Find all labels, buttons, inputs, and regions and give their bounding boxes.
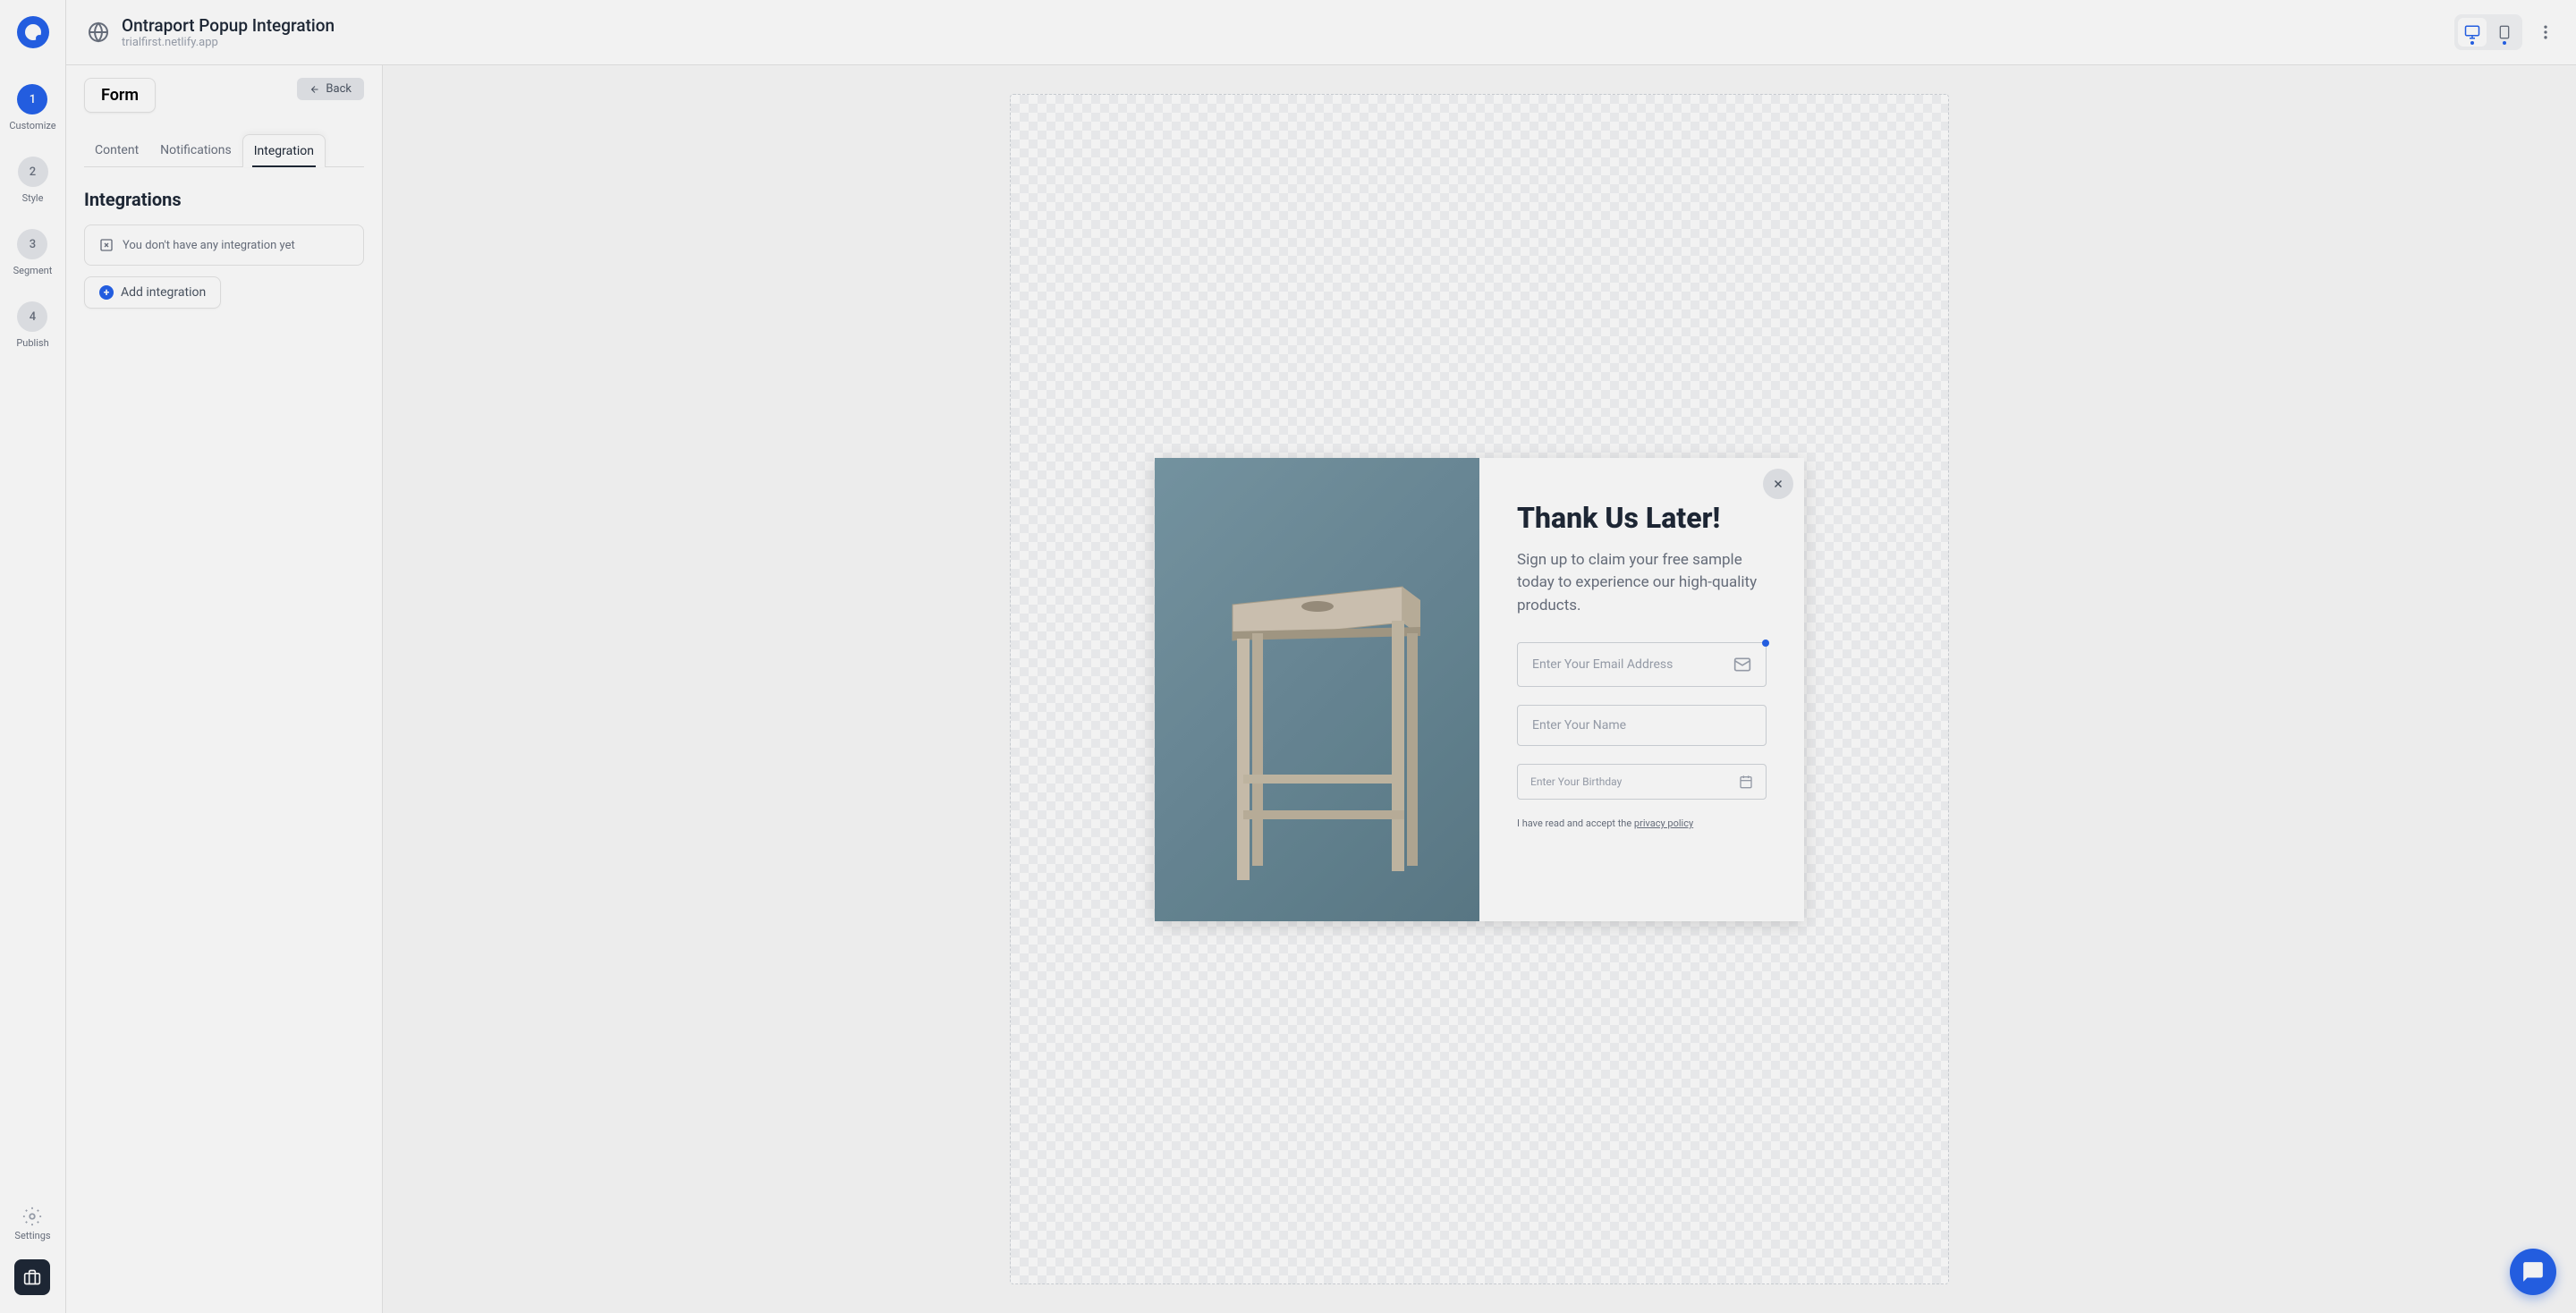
form-badge: Form — [84, 78, 156, 113]
popup-preview: Thank Us Later! Sign up to claim your fr… — [1155, 458, 1804, 921]
panel-tabs: Content Notifications Integration — [84, 134, 364, 167]
briefcase-button[interactable] — [14, 1259, 50, 1295]
tab-integration[interactable]: Integration — [242, 134, 326, 167]
step-label: Customize — [9, 120, 55, 131]
add-integration-button[interactable]: + Add integration — [84, 276, 221, 309]
step-number: 2 — [18, 157, 48, 187]
settings-button[interactable]: Settings — [14, 1207, 50, 1241]
mail-icon — [1733, 656, 1751, 673]
consent-text: I have read and accept the privacy polic… — [1517, 817, 1767, 829]
popup-content: Thank Us Later! Sign up to claim your fr… — [1479, 458, 1804, 921]
step-customize[interactable]: 1 Customize — [9, 84, 55, 131]
popup-description: Sign up to claim your free sample today … — [1517, 549, 1767, 618]
privacy-policy-link[interactable]: privacy policy — [1634, 817, 1693, 829]
add-integration-label: Add integration — [121, 285, 206, 300]
top-bar: Ontraport Popup Integration trialfirst.n… — [66, 0, 2576, 65]
email-input[interactable]: Enter Your Email Address — [1517, 642, 1767, 687]
briefcase-icon — [23, 1268, 41, 1286]
chat-bubble-button[interactable] — [2510, 1249, 2556, 1295]
settings-label: Settings — [14, 1230, 50, 1241]
desktop-icon — [2464, 24, 2480, 40]
globe-icon — [88, 21, 109, 43]
preview-frame: Thank Us Later! Sign up to claim your fr… — [1010, 94, 1949, 1284]
step-publish[interactable]: 4 Publish — [16, 301, 48, 349]
device-switcher — [2454, 14, 2522, 50]
chat-icon — [2521, 1260, 2545, 1283]
consent-prefix: I have read and accept the — [1517, 817, 1634, 829]
gear-icon — [22, 1207, 42, 1226]
popup-title: Thank Us Later! — [1517, 501, 1767, 535]
birthday-placeholder: Enter Your Birthday — [1530, 775, 1622, 788]
calendar-icon — [1739, 775, 1753, 789]
step-segment[interactable]: 3 Segment — [13, 229, 53, 276]
step-number: 3 — [17, 229, 47, 259]
name-input[interactable]: Enter Your Name — [1517, 705, 1767, 746]
page-title: Ontraport Popup Integration — [122, 15, 2454, 36]
mobile-device-button[interactable] — [2490, 18, 2519, 47]
step-style[interactable]: 2 Style — [18, 157, 48, 204]
integration-icon — [99, 238, 114, 252]
tab-content[interactable]: Content — [84, 134, 149, 166]
birthday-input[interactable]: Enter Your Birthday — [1517, 764, 1767, 800]
stool-illustration — [1197, 533, 1438, 891]
step-label: Segment — [13, 265, 53, 276]
more-menu-button[interactable] — [2537, 23, 2555, 41]
popup-image — [1155, 458, 1479, 921]
arrow-left-icon — [309, 84, 320, 95]
back-button[interactable]: Back — [297, 78, 364, 100]
step-number: 4 — [17, 301, 47, 332]
integrations-heading: Integrations — [84, 189, 364, 210]
preview-area: Thank Us Later! Sign up to claim your fr… — [383, 65, 2576, 1313]
desktop-device-button[interactable] — [2458, 18, 2487, 47]
name-placeholder: Enter Your Name — [1532, 718, 1626, 733]
side-panel: Form Back Content Notifications Integrat… — [66, 65, 383, 1313]
mobile-icon — [2497, 25, 2512, 39]
empty-message: You don't have any integration yet — [123, 239, 295, 252]
step-label: Style — [22, 192, 44, 204]
plus-icon: + — [99, 285, 114, 300]
back-label: Back — [326, 82, 352, 96]
email-placeholder: Enter Your Email Address — [1532, 657, 1673, 672]
app-logo[interactable] — [17, 16, 49, 48]
left-sidebar: 1 Customize 2 Style 3 Segment 4 Publish … — [0, 0, 66, 1313]
tab-notifications[interactable]: Notifications — [149, 134, 242, 166]
page-subtitle: trialfirst.netlify.app — [122, 36, 2454, 49]
required-indicator — [1762, 640, 1769, 647]
step-number: 1 — [17, 84, 47, 114]
empty-integration-state: You don't have any integration yet — [84, 224, 364, 266]
step-label: Publish — [16, 337, 48, 349]
